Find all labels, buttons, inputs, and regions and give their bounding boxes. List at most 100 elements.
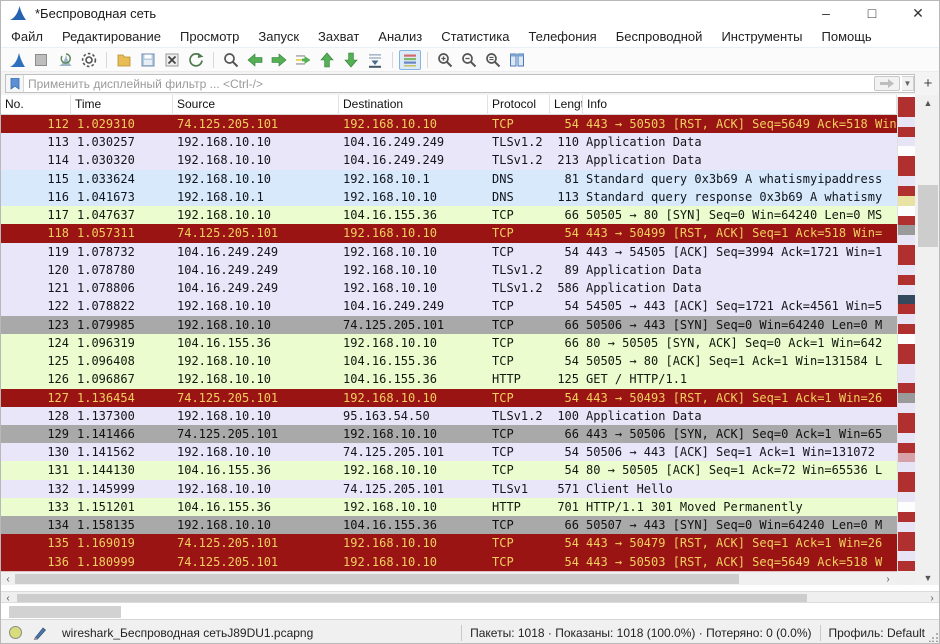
- autoscroll-icon[interactable]: [364, 50, 386, 70]
- go-back-icon[interactable]: [244, 50, 266, 70]
- packet-row-121[interactable]: 1211.078806104.16.249.249192.168.10.10TL…: [1, 279, 897, 297]
- packet-row-124[interactable]: 1241.096319104.16.155.36192.168.10.10TCP…: [1, 334, 897, 352]
- packet-row-127[interactable]: 1271.13645474.125.205.101192.168.10.10TC…: [1, 389, 897, 407]
- scroll-left-icon[interactable]: ‹: [1, 572, 15, 586]
- goto-packet-icon[interactable]: [292, 50, 314, 70]
- display-filter-input[interactable]: [24, 76, 874, 91]
- cell-src: 192.168.10.10: [177, 443, 339, 461]
- cell-dst: 192.168.10.10: [343, 461, 489, 479]
- zoom-out-icon[interactable]: [458, 50, 480, 70]
- colorize-icon[interactable]: [399, 50, 421, 70]
- reload-icon[interactable]: [185, 50, 207, 70]
- minimap-stripe: [898, 334, 915, 344]
- minimize-icon[interactable]: –: [803, 1, 849, 25]
- menu-item-10[interactable]: Помощь: [822, 29, 872, 44]
- packet-row-120[interactable]: 1201.078780104.16.249.249192.168.10.10TL…: [1, 261, 897, 279]
- packet-row-131[interactable]: 1311.144130104.16.155.36192.168.10.10TCP…: [1, 461, 897, 479]
- cell-len: 125: [546, 370, 579, 388]
- packet-row-128[interactable]: 1281.137300192.168.10.1095.163.54.50TLSv…: [1, 407, 897, 425]
- menu-item-5[interactable]: Анализ: [378, 29, 422, 44]
- menu-item-6[interactable]: Статистика: [441, 29, 509, 44]
- packet-row-126[interactable]: 1261.096867192.168.10.10104.16.155.36HTT…: [1, 370, 897, 388]
- column-header-no[interactable]: No.: [1, 95, 71, 115]
- find-packet-icon[interactable]: [220, 50, 242, 70]
- cell-dst: 104.16.155.36: [343, 370, 489, 388]
- packet-row-133[interactable]: 1331.151201104.16.155.36192.168.10.10HTT…: [1, 498, 897, 516]
- cell-proto: TLSv1.2: [492, 133, 546, 151]
- packet-row-135[interactable]: 1351.16901974.125.205.101192.168.10.10TC…: [1, 534, 897, 552]
- scroll-right-icon[interactable]: ›: [881, 572, 895, 586]
- stop-capture-icon[interactable]: [30, 50, 52, 70]
- packet-row-119[interactable]: 1191.078732104.16.249.249192.168.10.10TC…: [1, 243, 897, 261]
- horizontal-scroll-thumb[interactable]: [17, 594, 807, 602]
- apply-filter-icon[interactable]: [874, 76, 900, 91]
- packet-row-125[interactable]: 1251.096408192.168.10.10104.16.155.36TCP…: [1, 352, 897, 370]
- filter-bookmark-icon[interactable]: [6, 75, 24, 92]
- horizontal-scrollbar-list[interactable]: ‹ ›: [1, 571, 897, 585]
- restart-capture-icon[interactable]: [54, 50, 76, 70]
- filter-dropdown-icon[interactable]: ▼: [902, 76, 914, 91]
- packet-row-123[interactable]: 1231.079985192.168.10.1074.125.205.101TC…: [1, 316, 897, 334]
- column-header-destination[interactable]: Destination: [339, 95, 488, 115]
- packet-row-129[interactable]: 1291.14146674.125.205.101192.168.10.10TC…: [1, 425, 897, 443]
- close-icon[interactable]: ✕: [895, 1, 940, 25]
- packet-row-115[interactable]: 1151.033624192.168.10.10192.168.10.1DNS8…: [1, 170, 897, 188]
- menu-item-2[interactable]: Просмотр: [180, 29, 239, 44]
- go-forward-icon[interactable]: [268, 50, 290, 70]
- title-bar: *Беспроводная сеть – □ ✕: [1, 1, 940, 25]
- zoom-in-icon[interactable]: [434, 50, 456, 70]
- go-first-packet-icon[interactable]: [316, 50, 338, 70]
- menu-item-9[interactable]: Инструменты: [721, 29, 802, 44]
- profile-label[interactable]: Профиль: Default: [829, 626, 926, 640]
- packet-row-116[interactable]: 1161.041673192.168.10.1192.168.10.10DNS1…: [1, 188, 897, 206]
- vertical-scroll-thumb[interactable]: [918, 185, 938, 247]
- column-header-source[interactable]: Source: [173, 95, 339, 115]
- packet-row-113[interactable]: 1131.030257192.168.10.10104.16.249.249TL…: [1, 133, 897, 151]
- maximize-icon[interactable]: □: [849, 1, 895, 25]
- packet-minimap[interactable]: [897, 97, 915, 571]
- scroll-down-icon[interactable]: ▼: [915, 570, 940, 585]
- vertical-scrollbar[interactable]: ▲ ▼: [915, 95, 940, 585]
- close-file-icon[interactable]: [161, 50, 183, 70]
- menu-item-4[interactable]: Захват: [318, 29, 359, 44]
- packet-row-132[interactable]: 1321.145999192.168.10.1074.125.205.101TL…: [1, 480, 897, 498]
- resize-grip-icon[interactable]: [929, 632, 939, 642]
- packet-row-117[interactable]: 1171.047637192.168.10.10104.16.155.36TCP…: [1, 206, 897, 224]
- packet-row-122[interactable]: 1221.078822192.168.10.10104.16.249.249TC…: [1, 297, 897, 315]
- menu-item-0[interactable]: Файл: [11, 29, 43, 44]
- status-bar: wireshark_Беспроводная сетьJ89DU1.pcapng…: [1, 619, 940, 644]
- packet-row-134[interactable]: 1341.158135192.168.10.10104.16.155.36TCP…: [1, 516, 897, 534]
- capture-options-icon[interactable]: [78, 50, 100, 70]
- pane-scroll-thumb[interactable]: [9, 606, 121, 618]
- column-header-length[interactable]: Length: [550, 95, 583, 115]
- capture-comment-icon[interactable]: [32, 625, 48, 641]
- start-capture-icon[interactable]: [6, 50, 28, 70]
- menu-item-1[interactable]: Редактирование: [62, 29, 161, 44]
- menu-item-7[interactable]: Телефония: [528, 29, 596, 44]
- cell-src: 104.16.249.249: [177, 261, 339, 279]
- packet-row-136[interactable]: 1361.18099974.125.205.101192.168.10.10TC…: [1, 553, 897, 571]
- minimap-stripe: [898, 166, 915, 176]
- horizontal-scrollbar-detail[interactable]: ‹ ›: [1, 591, 940, 603]
- minimap-stripe: [898, 314, 915, 324]
- zoom-original-icon[interactable]: [482, 50, 504, 70]
- horizontal-scroll-thumb[interactable]: [15, 574, 739, 584]
- minimap-stripe: [898, 176, 915, 186]
- packet-row-112[interactable]: 1121.02931074.125.205.101192.168.10.10TC…: [1, 115, 897, 133]
- packet-row-118[interactable]: 1181.05731174.125.205.101192.168.10.10TC…: [1, 224, 897, 242]
- column-header-info[interactable]: Info: [583, 95, 897, 115]
- open-file-icon[interactable]: [113, 50, 135, 70]
- add-filter-button-icon[interactable]: +: [919, 74, 937, 93]
- save-file-icon[interactable]: [137, 50, 159, 70]
- minimap-stripe: [898, 107, 915, 117]
- packet-row-130[interactable]: 1301.141562192.168.10.1074.125.205.101TC…: [1, 443, 897, 461]
- expert-info-icon[interactable]: [9, 626, 22, 639]
- menu-item-3[interactable]: Запуск: [258, 29, 299, 44]
- resize-columns-icon[interactable]: [506, 50, 528, 70]
- packet-row-114[interactable]: 1141.030320192.168.10.10104.16.249.249TL…: [1, 151, 897, 169]
- menu-item-8[interactable]: Беспроводной: [616, 29, 703, 44]
- go-last-packet-icon[interactable]: [340, 50, 362, 70]
- column-header-protocol[interactable]: Protocol: [488, 95, 550, 115]
- column-header-time[interactable]: Time: [71, 95, 173, 115]
- scroll-up-icon[interactable]: ▲: [915, 95, 940, 110]
